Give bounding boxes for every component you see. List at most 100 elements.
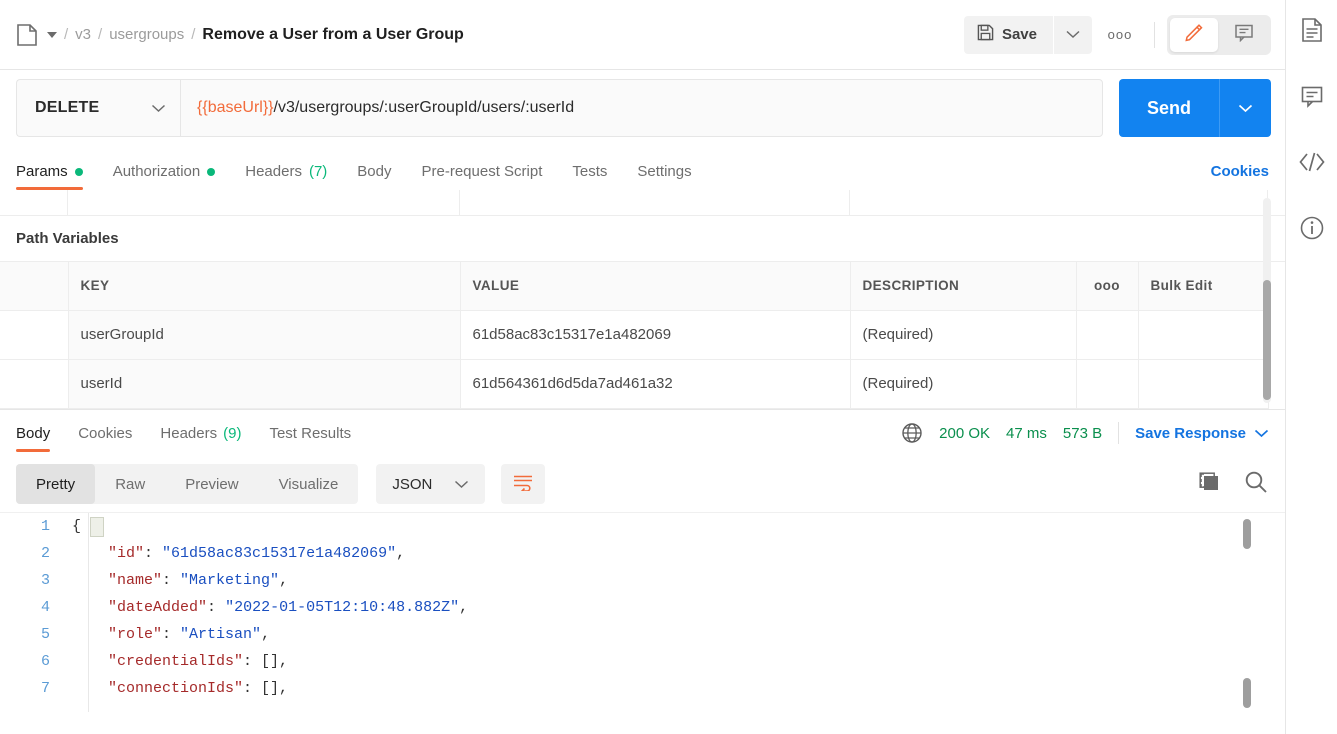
clipped-table-row [0, 190, 1285, 216]
edit-mode-button[interactable] [1170, 18, 1218, 52]
wrap-lines-icon [512, 473, 534, 496]
globe-icon[interactable] [901, 422, 923, 444]
bulk-edit-button[interactable]: Bulk Edit [1138, 262, 1268, 310]
wrap-lines-button[interactable] [501, 464, 545, 504]
format-tab-visualize[interactable]: Visualize [259, 464, 359, 504]
request-tabs: Params Authorization Headers (7) Body Pr… [0, 146, 1285, 190]
url-variable: {{baseUrl}} [197, 99, 274, 117]
search-icon[interactable] [1243, 469, 1269, 500]
chevron-down-icon[interactable] [47, 32, 57, 38]
row-value[interactable]: 61d58ac83c15317e1a482069 [460, 310, 850, 359]
format-tab-preview[interactable]: Preview [165, 464, 258, 504]
info-icon[interactable] [1296, 212, 1328, 244]
line-content: "role": "Artisan", [72, 621, 270, 648]
more-actions-button[interactable]: ooo [1098, 16, 1142, 54]
save-button[interactable]: Save [964, 16, 1053, 54]
send-options-button[interactable] [1219, 79, 1271, 137]
params-scrollbar-thumb[interactable] [1263, 280, 1271, 400]
line-number: 3 [0, 567, 72, 594]
line-number: 5 [0, 621, 72, 648]
format-tab-raw[interactable]: Raw [95, 464, 165, 504]
row-gutter [0, 310, 68, 359]
path-variables-title: Path Variables [0, 216, 1285, 262]
body-scrollbar-thumb-bottom[interactable] [1243, 678, 1251, 708]
document-icon[interactable] [16, 23, 38, 47]
body-scrollbar-thumb-top[interactable] [1243, 519, 1251, 549]
tab-settings[interactable]: Settings [637, 163, 691, 190]
comment-icon [1234, 23, 1254, 47]
line-number: 2 [0, 540, 72, 567]
authorization-modified-dot-icon [207, 168, 215, 176]
save-response-button[interactable]: Save Response [1135, 425, 1269, 442]
response-tab-cookies[interactable]: Cookies [78, 410, 132, 456]
header-description: DESCRIPTION [850, 262, 1076, 310]
documentation-icon[interactable] [1296, 14, 1328, 46]
comment-mode-button[interactable] [1220, 18, 1268, 52]
line-content: "dateAdded": "2022-01-05T12:10:48.882Z", [72, 594, 468, 621]
tab-headers-label: Headers [245, 163, 302, 180]
language-select[interactable]: JSON [376, 464, 485, 504]
response-body-viewer[interactable]: 1{2 "id": "61d58ac83c15317e1a482069",3 "… [0, 512, 1285, 712]
url-path: /v3/usergroups/:userGroupId/users/:userI… [274, 99, 575, 117]
format-tab-pretty[interactable]: Pretty [16, 464, 95, 504]
tab-headers[interactable]: Headers (7) [245, 163, 327, 190]
send-button-group: Send [1119, 79, 1271, 137]
language-label: JSON [392, 476, 432, 493]
meta-divider [1118, 422, 1119, 444]
row-bulk [1138, 310, 1268, 359]
breadcrumb-separator-1: / [64, 26, 68, 43]
row-bulk [1138, 359, 1268, 408]
path-variables-table: KEY VALUE DESCRIPTION ooo Bulk Edit user… [0, 262, 1269, 409]
copy-icon[interactable] [1197, 470, 1223, 499]
line-content: "name": "Marketing", [72, 567, 288, 594]
view-mode-group [1167, 15, 1271, 55]
save-icon [977, 24, 994, 45]
code-fold-toggle[interactable] [90, 517, 104, 537]
code-line: 5 "role": "Artisan", [0, 621, 1285, 648]
code-line: 2 "id": "61d58ac83c15317e1a482069", [0, 540, 1285, 567]
http-method-select[interactable]: DELETE [16, 79, 180, 137]
comment-icon[interactable] [1296, 80, 1328, 112]
row-description[interactable]: (Required) [850, 310, 1076, 359]
main-column: / v3 / usergroups / Remove a User from a… [0, 0, 1286, 734]
header-actions: Save ooo [964, 15, 1271, 55]
row-value[interactable]: 61d564361d6d5da7ad461a32 [460, 359, 850, 408]
chevron-down-icon [1254, 429, 1269, 438]
table-row[interactable]: userGroupId 61d58ac83c15317e1a482069 (Re… [0, 310, 1268, 359]
row-description[interactable]: (Required) [850, 359, 1076, 408]
response-tab-body[interactable]: Body [16, 410, 50, 456]
line-content: "credentialIds": [], [72, 648, 288, 675]
tab-body[interactable]: Body [357, 163, 391, 190]
tab-headers-count: (7) [309, 163, 327, 180]
tab-pre-request-script[interactable]: Pre-request Script [422, 163, 543, 190]
chevron-down-icon [454, 480, 469, 489]
breadcrumb-item-v3[interactable]: v3 [75, 26, 91, 43]
response-tab-headers-count: (9) [223, 425, 241, 442]
save-options-button[interactable] [1054, 16, 1092, 54]
breadcrumb: / v3 / usergroups / Remove a User from a… [16, 23, 964, 47]
tab-params[interactable]: Params [16, 163, 83, 190]
code-icon[interactable] [1296, 146, 1328, 178]
cookies-link[interactable]: Cookies [1211, 163, 1269, 190]
row-gutter [0, 359, 68, 408]
send-button[interactable]: Send [1119, 79, 1219, 137]
line-content: "connectionIds": [], [72, 675, 288, 702]
response-format-bar: Pretty Raw Preview Visualize JSON [0, 456, 1285, 512]
tab-authorization-label: Authorization [113, 163, 201, 180]
response-tab-test-results[interactable]: Test Results [269, 410, 351, 456]
response-tab-headers[interactable]: Headers (9) [160, 410, 241, 456]
breadcrumb-item-usergroups[interactable]: usergroups [109, 26, 184, 43]
page-title: Remove a User from a User Group [202, 26, 463, 44]
header-divider [1154, 22, 1155, 48]
tab-tests[interactable]: Tests [572, 163, 607, 190]
tab-authorization[interactable]: Authorization [113, 163, 216, 190]
row-key[interactable]: userGroupId [68, 310, 460, 359]
tab-params-label: Params [16, 163, 68, 180]
response-size: 573 B [1063, 425, 1102, 442]
table-row[interactable]: userId 61d564361d6d5da7ad461a32 (Require… [0, 359, 1268, 408]
url-input[interactable]: {{baseUrl}}/v3/usergroups/:userGroupId/u… [180, 79, 1103, 137]
table-options-button[interactable]: ooo [1076, 262, 1138, 310]
save-button-label: Save [1002, 26, 1037, 43]
json-code-block: 1{2 "id": "61d58ac83c15317e1a482069",3 "… [0, 513, 1285, 702]
row-key[interactable]: userId [68, 359, 460, 408]
